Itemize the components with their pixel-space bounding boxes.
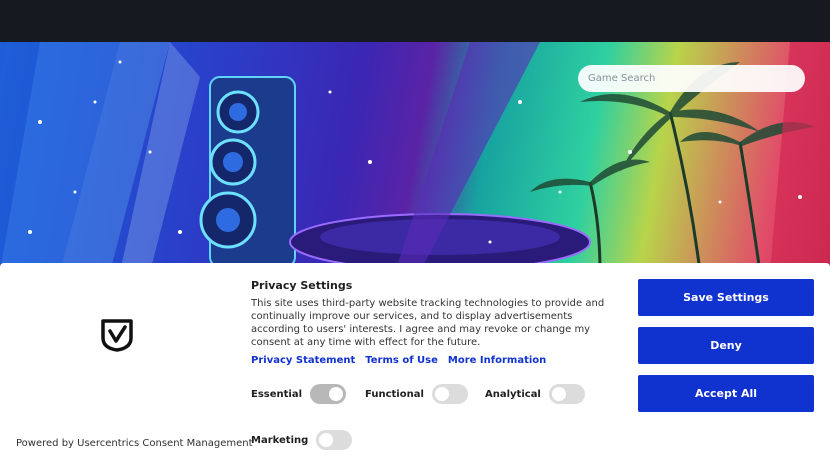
game-search-input[interactable] bbox=[578, 65, 805, 92]
deny-button[interactable]: Deny bbox=[638, 327, 814, 364]
privacy-statement-link[interactable]: Privacy Statement bbox=[251, 355, 355, 366]
save-settings-button[interactable]: Save Settings bbox=[638, 279, 814, 316]
toggle-analytical-label: Analytical bbox=[485, 388, 541, 400]
toggle-marketing-label: Marketing bbox=[251, 434, 309, 446]
toggle-knob bbox=[329, 387, 344, 401]
toggle-marketing-row: Marketing bbox=[251, 430, 353, 450]
toggle-essential[interactable] bbox=[310, 384, 347, 404]
toggle-functional-label: Functional bbox=[365, 388, 424, 400]
powered-by-text: Powered by Usercentrics Consent Manageme… bbox=[16, 438, 253, 449]
toggle-analytical[interactable] bbox=[548, 384, 585, 404]
toggle-essential-label: Essential bbox=[251, 388, 303, 400]
terms-of-use-link[interactable]: Terms of Use bbox=[365, 355, 438, 366]
accept-all-button[interactable]: Accept All bbox=[638, 375, 814, 412]
consent-banner: Powered by Usercentrics Consent Manageme… bbox=[0, 263, 830, 467]
consent-links: Privacy Statement Terms of Use More Info… bbox=[251, 355, 546, 366]
consent-title: Privacy Settings bbox=[251, 279, 353, 292]
more-information-link[interactable]: More Information bbox=[448, 355, 546, 366]
toggle-essential-row: Essential bbox=[251, 384, 347, 404]
toggle-functional-row: Functional bbox=[365, 384, 468, 404]
top-bar bbox=[0, 0, 830, 42]
toggle-analytical-row: Analytical bbox=[485, 384, 585, 404]
toggle-knob bbox=[319, 433, 334, 447]
usercentrics-shield-check-icon bbox=[100, 318, 134, 352]
consent-description: This site uses third-party website track… bbox=[251, 298, 605, 348]
toggle-functional[interactable] bbox=[431, 384, 468, 404]
toggle-marketing[interactable] bbox=[316, 430, 353, 450]
toggle-knob bbox=[434, 387, 449, 401]
toggle-knob bbox=[551, 387, 566, 401]
